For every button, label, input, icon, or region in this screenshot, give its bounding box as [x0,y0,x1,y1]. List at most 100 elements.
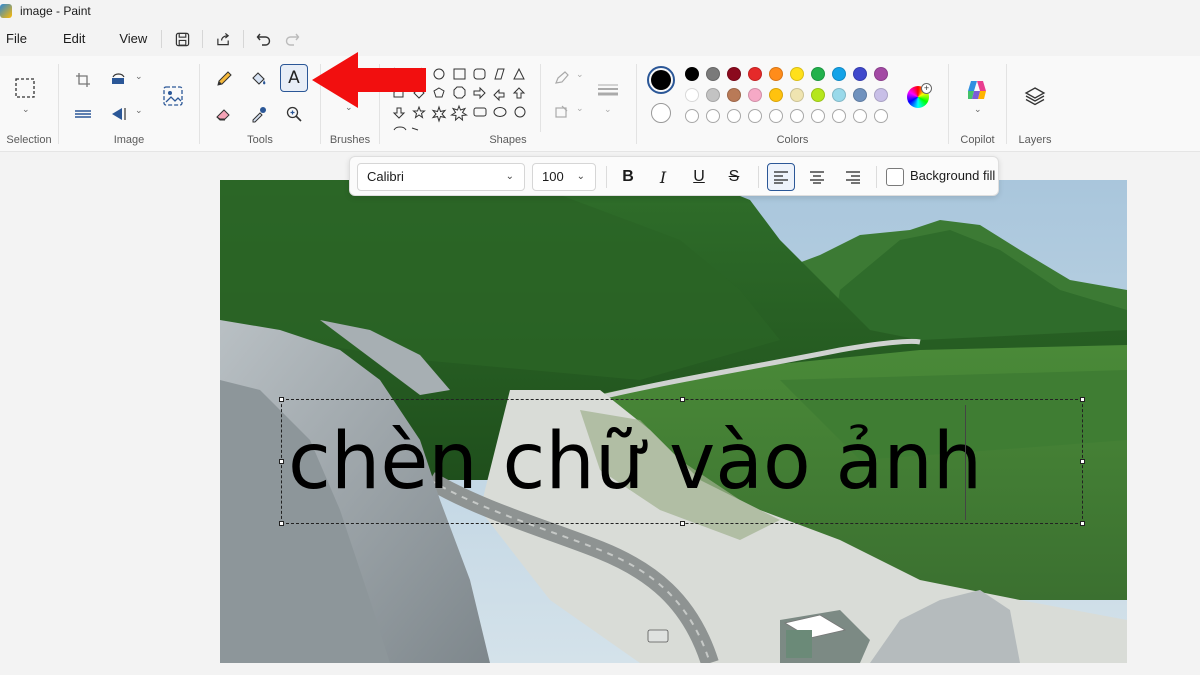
color-swatch[interactable] [790,88,804,102]
align-right-button[interactable] [839,163,867,191]
font-family-value: Calibri [367,169,404,184]
color-swatch[interactable] [874,67,888,81]
shape-fill-button[interactable] [548,98,576,126]
custom-color-slot[interactable] [727,109,741,123]
color-picker-button[interactable] [245,100,273,128]
save-icon [175,32,190,46]
eraser-button[interactable] [210,100,238,128]
shapes-gallery-border [540,64,541,132]
custom-color-slot[interactable] [748,109,762,123]
selection-label: Selection [6,134,52,146]
color-swatch[interactable] [832,88,846,102]
color-swatch[interactable] [832,67,846,81]
image-label: Image [113,134,145,146]
image-effects-button[interactable] [69,100,97,128]
color-swatch[interactable] [853,88,867,102]
outline-pen-icon [555,71,569,84]
undo-button[interactable] [250,26,278,52]
color-swatch[interactable] [811,67,825,81]
custom-color-slot[interactable] [811,109,825,123]
color-swatch[interactable] [874,88,888,102]
custom-color-slot[interactable] [685,109,699,123]
resize-handle[interactable] [680,521,685,526]
size-button[interactable] [594,76,622,104]
background-fill-checkbox[interactable] [886,168,904,186]
canvas-text[interactable]: chèn chữ vào ảnh [288,412,982,512]
copilot-button[interactable] [963,76,991,104]
text-insert-box[interactable]: chèn chữ vào ảnh [279,397,1085,526]
share-button[interactable] [209,26,237,52]
bold-button[interactable]: B [614,163,642,191]
red-arrow-annotation [312,52,426,108]
color-swatch[interactable] [727,88,741,102]
font-family-dropdown[interactable]: Calibri ⌄ [357,163,525,191]
custom-color-slot[interactable] [853,109,867,123]
flip-chevron-icon[interactable]: ⌄ [135,105,143,116]
resize-handle[interactable] [1080,459,1085,464]
toolbar-separator [758,166,759,188]
layers-label: Layers [1018,134,1052,146]
custom-color-slot[interactable] [769,109,783,123]
menu-view[interactable]: View [111,26,155,52]
plus-icon: + [921,83,932,94]
color-swatch[interactable] [748,67,762,81]
resize-handle[interactable] [279,397,284,402]
resize-button[interactable] [105,66,133,94]
outline-button[interactable] [548,64,576,92]
color-swatch[interactable] [685,88,699,102]
flip-button[interactable] [105,100,133,128]
color-swatch[interactable] [685,67,699,81]
selection-button[interactable] [11,74,39,102]
color-swatch[interactable] [811,88,825,102]
edit-colors-button[interactable]: + [907,83,932,108]
underline-button[interactable]: U [685,163,713,191]
color-swatch[interactable] [727,67,741,81]
layers-group: Layers [1007,56,1063,152]
text-tool-button[interactable]: A [280,64,308,92]
magnifier-button[interactable] [280,100,308,128]
image-generator-button[interactable] [159,82,187,110]
selection-chevron-icon[interactable]: ⌄ [22,104,30,115]
color-swatch[interactable] [769,88,783,102]
color-swatch[interactable] [769,67,783,81]
custom-color-slot[interactable] [832,109,846,123]
copilot-chevron-icon[interactable]: ⌄ [974,104,982,115]
chevron-down-icon: ⌄ [505,171,514,182]
menu-edit[interactable]: Edit [55,26,93,52]
redo-button[interactable] [278,26,306,52]
italic-button[interactable]: I [649,163,677,191]
color-swatch[interactable] [748,88,762,102]
save-button[interactable] [168,26,196,52]
color-swatch[interactable] [706,67,720,81]
custom-color-slot[interactable] [706,109,720,123]
layers-button[interactable] [1021,82,1049,110]
secondary-color-button[interactable] [651,103,671,123]
primary-color-button[interactable] [647,66,675,94]
align-center-button[interactable] [803,163,831,191]
strikethrough-button[interactable]: S [720,163,748,191]
resize-handle[interactable] [1080,521,1085,526]
align-left-icon [774,171,788,184]
align-left-button[interactable] [767,163,795,191]
crop-button[interactable] [69,66,97,94]
menu-file[interactable]: File [0,26,35,52]
image-group: ⌄ ⌄ Image [59,56,199,152]
resize-handle[interactable] [279,521,284,526]
color-swatch[interactable] [706,88,720,102]
resize-chevron-icon[interactable]: ⌄ [135,71,143,82]
custom-color-slot[interactable] [790,109,804,123]
resize-handle[interactable] [279,459,284,464]
background-fill-label: Background fill [910,168,996,183]
fill-button[interactable] [245,65,273,93]
custom-color-slot[interactable] [874,109,888,123]
size-chevron-icon[interactable]: ⌄ [604,104,612,115]
color-swatch[interactable] [853,67,867,81]
resize-handle[interactable] [680,397,685,402]
shape-fill-chevron-icon[interactable]: ⌄ [576,103,584,114]
striped-effects-icon [75,110,91,118]
font-size-dropdown[interactable]: 100 ⌄ [532,163,596,191]
outline-chevron-icon[interactable]: ⌄ [576,69,584,80]
resize-handle[interactable] [1080,397,1085,402]
color-swatch[interactable] [790,67,804,81]
pencil-button[interactable] [210,65,238,93]
